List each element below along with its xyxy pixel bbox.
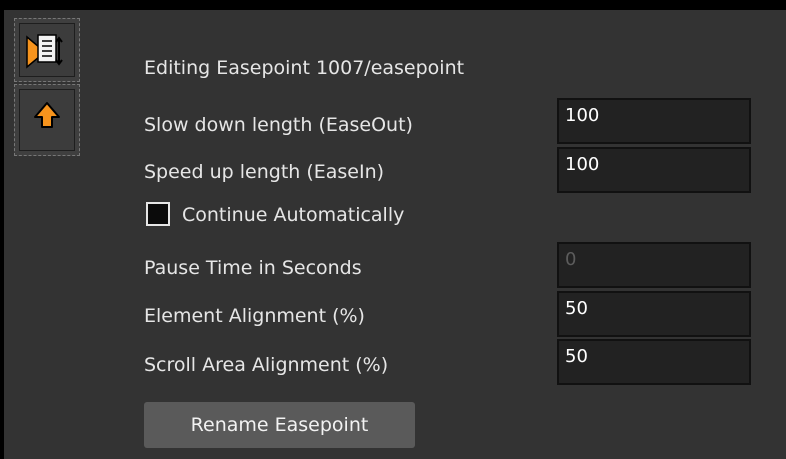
- scroll-alignment-input[interactable]: [559, 341, 749, 371]
- toggle-script-icon: [26, 34, 63, 69]
- pause-time-label: Pause Time in Seconds: [144, 257, 362, 279]
- continue-automatically-checkbox[interactable]: [146, 202, 170, 226]
- editor-title: Editing Easepoint 1007/easepoint: [144, 57, 465, 79]
- toggle-script-button[interactable]: [14, 18, 80, 82]
- ease-in-input[interactable]: [559, 149, 749, 179]
- scroll-alignment-label: Scroll Area Alignment (%): [144, 354, 389, 376]
- element-alignment-input[interactable]: [559, 293, 749, 323]
- ease-out-field[interactable]: [557, 98, 751, 144]
- pause-time-field: [557, 242, 751, 288]
- move-up-icon: [34, 102, 60, 128]
- ease-out-label: Slow down length (EaseOut): [144, 114, 413, 136]
- element-alignment-label: Element Alignment (%): [144, 305, 365, 327]
- rename-easepoint-button[interactable]: Rename Easepoint: [144, 402, 415, 448]
- move-up-button[interactable]: [14, 84, 80, 156]
- scroll-alignment-field[interactable]: [557, 339, 751, 385]
- ease-in-label: Speed up length (EaseIn): [144, 161, 385, 183]
- pause-time-input: [559, 244, 749, 274]
- ease-in-field[interactable]: [557, 147, 751, 193]
- ease-out-input[interactable]: [559, 100, 749, 130]
- continue-automatically-label: Continue Automatically: [182, 204, 405, 226]
- element-alignment-field[interactable]: [557, 291, 751, 337]
